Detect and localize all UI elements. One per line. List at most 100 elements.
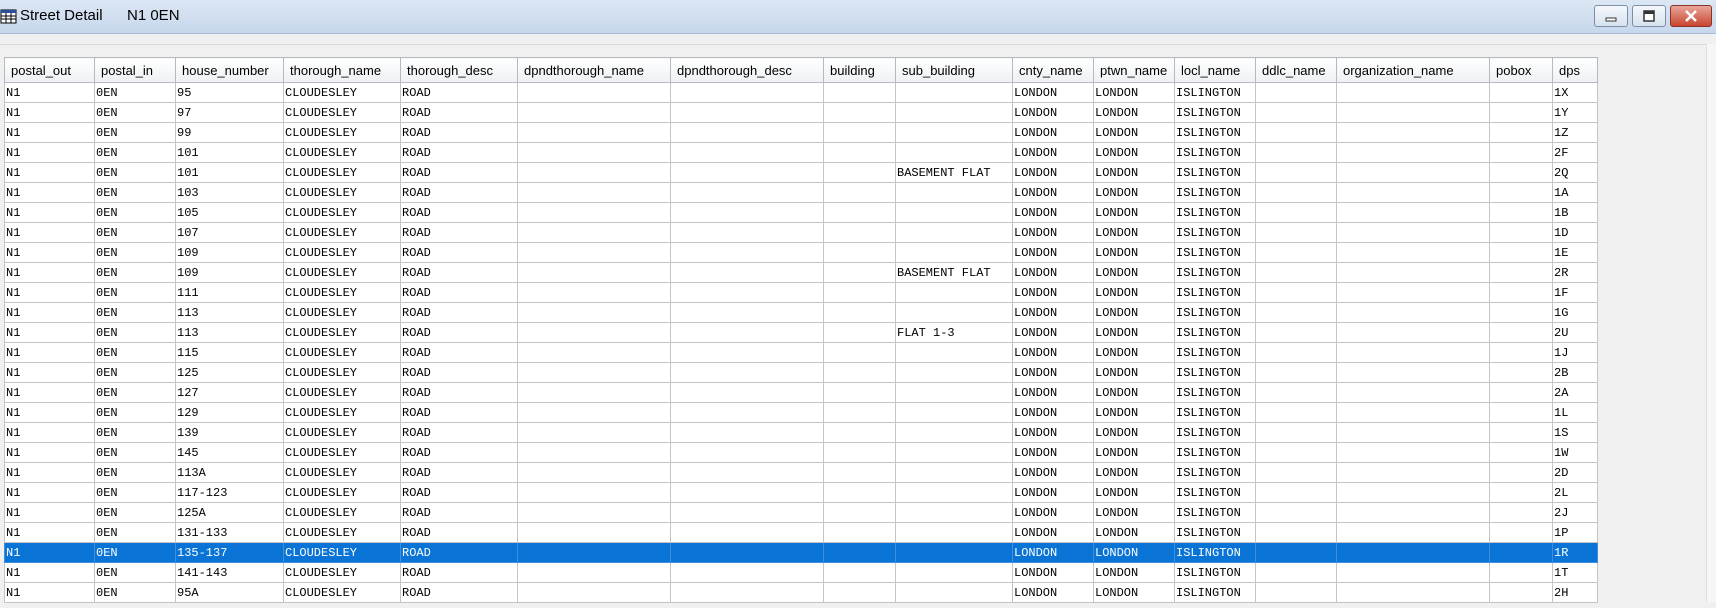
cell-postal-in[interactable]: 0EN <box>94 262 176 283</box>
cell-ddlc-name[interactable] <box>1255 342 1337 363</box>
cell-house-number[interactable]: 125A <box>175 502 284 523</box>
column-header-dps[interactable]: dps <box>1552 57 1598 83</box>
cell-ptwn-name[interactable]: LONDON <box>1093 142 1175 163</box>
cell-thorough-desc[interactable]: ROAD <box>400 262 518 283</box>
cell-dps[interactable]: 2D <box>1552 462 1598 483</box>
cell-dps[interactable]: 1B <box>1552 202 1598 223</box>
cell-pobox[interactable] <box>1489 102 1553 123</box>
cell-house-number[interactable]: 113 <box>175 322 284 343</box>
cell-house-number[interactable]: 107 <box>175 222 284 243</box>
cell-sub-building[interactable] <box>895 582 1013 603</box>
cell-ddlc-name[interactable] <box>1255 382 1337 403</box>
cell-postal-in[interactable]: 0EN <box>94 142 176 163</box>
cell-sub-building[interactable] <box>895 502 1013 523</box>
cell-ptwn-name[interactable]: LONDON <box>1093 542 1175 563</box>
cell-house-number[interactable]: 101 <box>175 142 284 163</box>
cell-thorough-desc[interactable]: ROAD <box>400 162 518 183</box>
cell-dps[interactable]: 1Z <box>1552 122 1598 143</box>
cell-dpndthorough-name[interactable] <box>517 342 671 363</box>
cell-organization-name[interactable] <box>1336 442 1490 463</box>
table-row[interactable]: N1 0EN 141-143 CLOUDESLEY ROAD LONDON LONDON IS… <box>4 562 1598 583</box>
cell-thorough-name[interactable]: CLOUDESLEY <box>283 162 401 183</box>
cell-locl-name[interactable]: ISLINGTON <box>1174 442 1256 463</box>
cell-house-number[interactable]: 139 <box>175 422 284 443</box>
column-header-ddlc-name[interactable]: ddlc_name <box>1255 57 1337 83</box>
cell-thorough-desc[interactable]: ROAD <box>400 482 518 503</box>
cell-locl-name[interactable]: ISLINGTON <box>1174 302 1256 323</box>
cell-thorough-name[interactable]: CLOUDESLEY <box>283 502 401 523</box>
cell-ddlc-name[interactable] <box>1255 562 1337 583</box>
cell-dpndthorough-name[interactable] <box>517 462 671 483</box>
cell-ptwn-name[interactable]: LONDON <box>1093 522 1175 543</box>
cell-thorough-desc[interactable]: ROAD <box>400 402 518 423</box>
cell-organization-name[interactable] <box>1336 282 1490 303</box>
cell-dps[interactable]: 1G <box>1552 302 1598 323</box>
table-row[interactable]: N1 0EN 111 CLOUDESLEY ROAD LONDON LONDON ISLING… <box>4 282 1598 303</box>
cell-dps[interactable]: 2H <box>1552 582 1598 603</box>
cell-dps[interactable]: 2A <box>1552 382 1598 403</box>
cell-pobox[interactable] <box>1489 342 1553 363</box>
cell-house-number[interactable]: 131-133 <box>175 522 284 543</box>
cell-thorough-name[interactable]: CLOUDESLEY <box>283 122 401 143</box>
cell-cnty-name[interactable]: LONDON <box>1012 402 1094 423</box>
cell-thorough-desc[interactable]: ROAD <box>400 502 518 523</box>
table-row[interactable]: N1 0EN 131-133 CLOUDESLEY ROAD LONDON LONDON IS… <box>4 522 1598 543</box>
cell-ptwn-name[interactable]: LONDON <box>1093 162 1175 183</box>
cell-ptwn-name[interactable]: LONDON <box>1093 562 1175 583</box>
cell-cnty-name[interactable]: LONDON <box>1012 282 1094 303</box>
cell-sub-building[interactable] <box>895 282 1013 303</box>
table-row[interactable]: N1 0EN 127 CLOUDESLEY ROAD LONDON LONDON ISLING… <box>4 382 1598 403</box>
cell-house-number[interactable]: 95A <box>175 582 284 603</box>
cell-sub-building[interactable] <box>895 122 1013 143</box>
cell-building[interactable] <box>823 462 896 483</box>
cell-ddlc-name[interactable] <box>1255 362 1337 383</box>
cell-ddlc-name[interactable] <box>1255 202 1337 223</box>
cell-locl-name[interactable]: ISLINGTON <box>1174 462 1256 483</box>
cell-postal-in[interactable]: 0EN <box>94 322 176 343</box>
cell-ptwn-name[interactable]: LONDON <box>1093 402 1175 423</box>
cell-ddlc-name[interactable] <box>1255 222 1337 243</box>
cell-thorough-desc[interactable]: ROAD <box>400 362 518 383</box>
cell-ptwn-name[interactable]: LONDON <box>1093 322 1175 343</box>
cell-organization-name[interactable] <box>1336 342 1490 363</box>
cell-thorough-name[interactable]: CLOUDESLEY <box>283 442 401 463</box>
cell-postal-out[interactable]: N1 <box>4 122 95 143</box>
cell-organization-name[interactable] <box>1336 322 1490 343</box>
table-row[interactable]: N1 0EN 103 CLOUDESLEY ROAD LONDON LONDON ISLING… <box>4 182 1598 203</box>
cell-thorough-desc[interactable]: ROAD <box>400 462 518 483</box>
cell-pobox[interactable] <box>1489 562 1553 583</box>
cell-building[interactable] <box>823 522 896 543</box>
column-header-postal-in[interactable]: postal_in <box>94 57 176 83</box>
cell-thorough-name[interactable]: CLOUDESLEY <box>283 402 401 423</box>
cell-building[interactable] <box>823 182 896 203</box>
cell-organization-name[interactable] <box>1336 142 1490 163</box>
cell-postal-out[interactable]: N1 <box>4 82 95 103</box>
cell-pobox[interactable] <box>1489 242 1553 263</box>
cell-cnty-name[interactable]: LONDON <box>1012 182 1094 203</box>
cell-building[interactable] <box>823 302 896 323</box>
cell-pobox[interactable] <box>1489 262 1553 283</box>
cell-pobox[interactable] <box>1489 302 1553 323</box>
cell-postal-in[interactable]: 0EN <box>94 222 176 243</box>
cell-dps[interactable]: 1S <box>1552 422 1598 443</box>
cell-locl-name[interactable]: ISLINGTON <box>1174 182 1256 203</box>
column-header-thorough-desc[interactable]: thorough_desc <box>400 57 518 83</box>
cell-dps[interactable]: 1X <box>1552 82 1598 103</box>
cell-organization-name[interactable] <box>1336 82 1490 103</box>
table-row[interactable]: N1 0EN 109 CLOUDESLEY ROAD LONDON LONDON ISLING… <box>4 242 1598 263</box>
cell-postal-in[interactable]: 0EN <box>94 82 176 103</box>
cell-cnty-name[interactable]: LONDON <box>1012 262 1094 283</box>
column-header-postal-out[interactable]: postal_out <box>4 57 95 83</box>
title-bar[interactable]: Street Detail N1 0EN <box>0 0 1716 34</box>
cell-cnty-name[interactable]: LONDON <box>1012 222 1094 243</box>
cell-dps[interactable]: 2R <box>1552 262 1598 283</box>
cell-postal-out[interactable]: N1 <box>4 382 95 403</box>
cell-dpndthorough-name[interactable] <box>517 502 671 523</box>
cell-house-number[interactable]: 115 <box>175 342 284 363</box>
cell-dpndthorough-desc[interactable] <box>670 542 824 563</box>
cell-postal-out[interactable]: N1 <box>4 342 95 363</box>
cell-organization-name[interactable] <box>1336 122 1490 143</box>
cell-dpndthorough-name[interactable] <box>517 82 671 103</box>
cell-locl-name[interactable]: ISLINGTON <box>1174 482 1256 503</box>
cell-ddlc-name[interactable] <box>1255 502 1337 523</box>
